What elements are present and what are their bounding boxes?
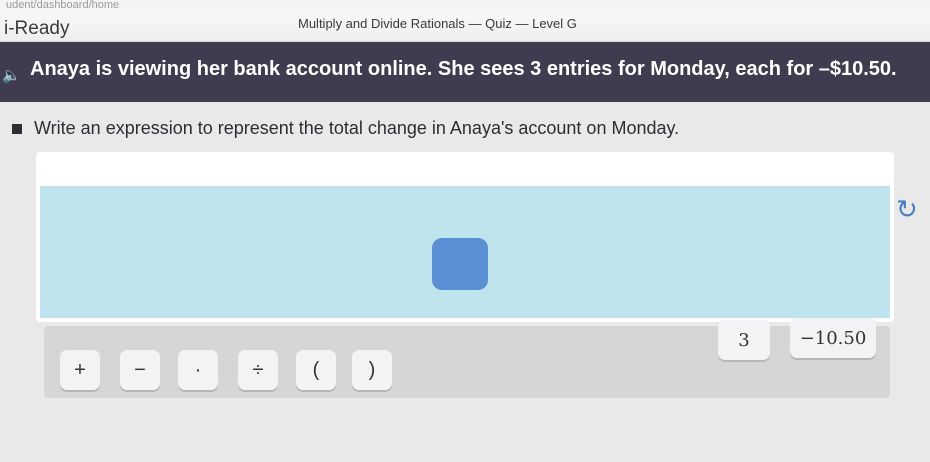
tile-negative-amount[interactable]: −10.50	[790, 318, 876, 358]
quiz-title: Multiply and Divide Rationals — Quiz — L…	[298, 16, 577, 31]
plus-button[interactable]: +	[60, 350, 100, 390]
divide-button[interactable]: ÷	[238, 350, 278, 390]
tile-three[interactable]: 3	[718, 320, 770, 360]
question-text: Write an expression to represent the tot…	[34, 118, 680, 138]
insertion-cursor[interactable]	[432, 238, 488, 290]
prompt-banner: 🔈 Anaya is viewing her bank account onli…	[0, 42, 930, 102]
reset-icon[interactable]: ↻	[896, 194, 922, 224]
right-paren-button[interactable]: )	[352, 350, 392, 390]
speaker-icon[interactable]: 🔈	[2, 66, 21, 84]
dot-button[interactable]: ·	[178, 350, 218, 390]
prompt-text: Anaya is viewing her bank account online…	[30, 58, 897, 80]
browser-url-strip: udent/dashboard/home	[0, 0, 930, 14]
question-bullet-icon	[12, 124, 22, 134]
left-paren-button[interactable]: (	[296, 350, 336, 390]
brand-logo: i-Ready	[4, 18, 70, 39]
minus-button[interactable]: −	[120, 350, 160, 390]
app-header: Multiply and Divide Rationals — Quiz — L…	[0, 14, 930, 42]
